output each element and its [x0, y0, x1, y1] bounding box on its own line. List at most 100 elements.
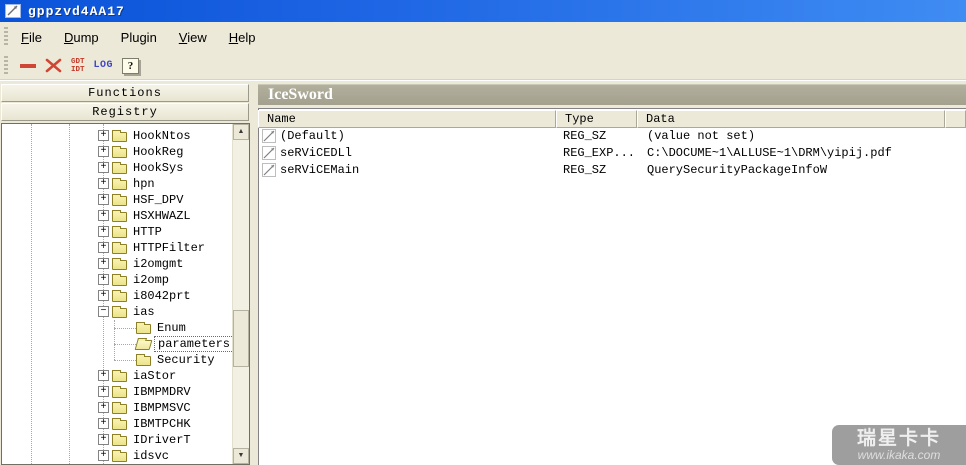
scrollbar-thumb[interactable] [233, 310, 249, 367]
expand-toggle-icon[interactable]: + [98, 178, 109, 189]
expand-toggle-icon[interactable]: + [98, 402, 109, 413]
folder-icon [112, 434, 127, 446]
expand-toggle-icon[interactable]: + [98, 194, 109, 205]
scroll-down-arrow-icon[interactable]: ▼ [233, 448, 249, 464]
folder-icon [112, 194, 127, 206]
menubar-grip-handle[interactable] [4, 27, 8, 47]
value-type-cell: REG_SZ [563, 129, 607, 143]
tree-item[interactable]: + i2omp [2, 272, 232, 288]
folder-icon [136, 354, 151, 366]
value-name-cell: seRViCEDLl [280, 146, 353, 160]
expand-toggle-icon[interactable]: + [98, 450, 109, 461]
delete-button[interactable] [45, 58, 62, 73]
folder-icon [112, 130, 127, 142]
folder-icon [112, 274, 127, 286]
expand-toggle-icon[interactable]: + [98, 370, 109, 381]
value-name-cell: seRViCEMain [280, 163, 360, 177]
expand-toggle-icon[interactable]: − [98, 306, 109, 317]
registry-value-row[interactable]: (Default) REG_SZ (value not set) [258, 128, 966, 145]
folder-icon [112, 210, 127, 222]
tree-item-label: HTTP [133, 225, 162, 239]
tree-item[interactable]: + HSXHWAZL [2, 208, 232, 224]
folder-icon [112, 386, 127, 398]
tree-item[interactable]: − ias [2, 304, 232, 320]
tree-item[interactable]: + idsvc [2, 448, 232, 464]
idt-label: IDT [71, 65, 85, 74]
column-header-type[interactable]: Type [556, 110, 637, 128]
menu-item[interactable]: File [14, 27, 49, 48]
toolbar: GDT IDT LOG ? [0, 52, 966, 79]
column-header-data[interactable]: Data [637, 110, 945, 128]
panel-splitter[interactable] [250, 81, 258, 465]
tree-item[interactable]: + i2omgmt [2, 256, 232, 272]
folder-icon [136, 322, 151, 334]
expand-toggle-icon[interactable]: + [98, 258, 109, 269]
remove-button[interactable] [14, 63, 36, 68]
toolbar-grip-handle[interactable] [4, 55, 8, 76]
expand-toggle-icon[interactable]: + [98, 418, 109, 429]
gdt-idt-button[interactable]: GDT IDT [71, 58, 85, 74]
tree-item[interactable]: + HTTPFilter [2, 240, 232, 256]
watermark-url: www.ikaka.com [857, 447, 941, 462]
log-button[interactable]: LOG [94, 60, 114, 71]
tree-item[interactable]: + IBMPMSVC [2, 400, 232, 416]
registry-value-row[interactable]: seRViCEMain REG_SZ QuerySecurityPackageI… [258, 162, 966, 179]
tree-item-label: Security [157, 353, 215, 367]
tree-item[interactable]: Security [2, 352, 232, 368]
menu-item[interactable]: Help [222, 27, 263, 48]
expand-toggle-icon[interactable]: + [98, 162, 109, 173]
tree-item[interactable]: + IDriverT [2, 432, 232, 448]
string-value-icon [262, 163, 276, 183]
minus-icon [20, 63, 36, 68]
tree-item[interactable]: + IBMTPCHK [2, 416, 232, 432]
tree-item-label: idsvc [133, 449, 170, 463]
tree-item[interactable]: + HTTP [2, 224, 232, 240]
expand-toggle-icon[interactable]: + [98, 130, 109, 141]
folder-icon [112, 258, 127, 270]
registry-panel-button[interactable]: Registry [1, 103, 249, 121]
functions-panel-button[interactable]: Functions [1, 84, 249, 102]
expand-toggle-icon[interactable]: + [98, 434, 109, 445]
tree-item-label: iaStor [133, 369, 177, 383]
tree-item[interactable]: + i8042prt [2, 288, 232, 304]
expand-toggle-icon[interactable]: + [98, 242, 109, 253]
menu-item[interactable]: Plugin [114, 27, 164, 48]
expand-toggle-icon[interactable]: + [98, 274, 109, 285]
menu-item-label: ump [73, 29, 99, 45]
expand-toggle-icon[interactable]: + [98, 386, 109, 397]
expand-toggle-icon[interactable]: + [98, 210, 109, 221]
menu-item-accel: V [178, 29, 188, 45]
expand-toggle-icon[interactable]: + [98, 290, 109, 301]
expand-toggle-icon[interactable]: + [98, 146, 109, 157]
menu-item-label: Plugin [120, 29, 157, 45]
tree-scrollbar[interactable]: ▲ ▼ [232, 124, 249, 464]
tree-item[interactable]: + HSF_DPV [2, 192, 232, 208]
menu-item[interactable]: Dump [57, 27, 106, 48]
panel-title: IceSword [258, 84, 966, 105]
tree-item[interactable]: + HookReg [2, 144, 232, 160]
expand-toggle-icon[interactable]: + [98, 226, 109, 237]
tree-item[interactable]: Enum [2, 320, 232, 336]
tree-item[interactable]: + HookNtos [2, 128, 232, 144]
value-data-cell: C:\DOCUME~1\ALLUSE~1\DRM\yipij.pdf [647, 146, 892, 160]
folder-icon [112, 402, 127, 414]
menu-item[interactable]: View [172, 27, 214, 48]
tree-item-label: parameters [154, 336, 235, 352]
tree-item[interactable]: + HookSys [2, 160, 232, 176]
value-type-cell: REG_EXP... [563, 146, 636, 160]
scroll-up-arrow-icon[interactable]: ▲ [233, 124, 249, 140]
tree-item[interactable]: + IBMPMDRV [2, 384, 232, 400]
column-header-name[interactable]: Name [258, 110, 556, 128]
menu-item-accel: H [228, 29, 239, 45]
icesword-window: gppzvd4AA17 File Dump Plugin View Help GDT I… [0, 0, 966, 465]
folder-icon [112, 306, 127, 318]
log-label: LOG [93, 60, 114, 71]
folder-icon [112, 162, 127, 174]
help-button[interactable]: ? [122, 57, 140, 74]
tree-item[interactable]: + hpn [2, 176, 232, 192]
tree-item-label: ias [133, 305, 155, 319]
registry-value-row[interactable]: seRViCEDLl REG_EXP... C:\DOCUME~1\ALLUSE… [258, 145, 966, 162]
menu-item-accel: F [21, 29, 29, 45]
tree-item[interactable]: parameters [2, 336, 235, 352]
tree-item[interactable]: + iaStor [2, 368, 232, 384]
